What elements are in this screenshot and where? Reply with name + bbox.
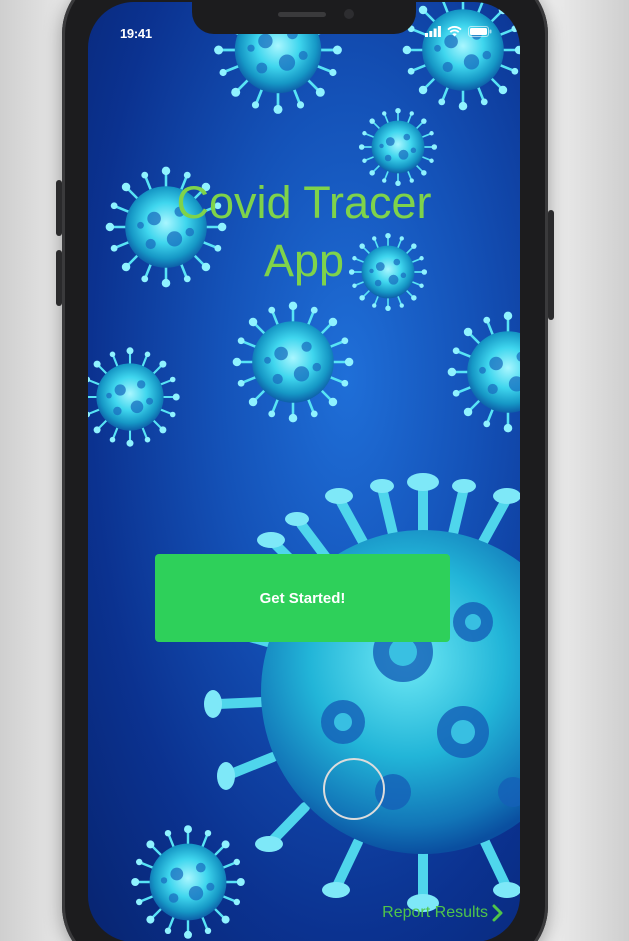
power-button	[548, 210, 554, 320]
virus-background-illustration	[88, 2, 520, 940]
report-results-label: Report Results	[382, 904, 488, 921]
volume-button	[56, 250, 62, 306]
app-title: Covid Tracer App	[88, 174, 520, 290]
battery-icon	[468, 26, 492, 37]
phone-frame: 19:41 Covid Tracer App Get Started! Repo…	[56, 0, 554, 941]
status-bar-icons	[425, 26, 492, 37]
phone-notch	[192, 2, 416, 34]
get-started-button[interactable]: Get Started!	[155, 554, 450, 642]
speaker-grille	[278, 12, 326, 17]
video-frame: 19:41 Covid Tracer App Get Started! Repo…	[0, 0, 629, 941]
status-bar-time: 19:41	[120, 26, 152, 41]
wifi-icon	[447, 26, 462, 37]
volume-button	[56, 180, 62, 236]
chevron-right-icon	[492, 904, 503, 922]
signal-icon	[425, 26, 441, 37]
front-camera	[344, 9, 354, 19]
touch-indicator	[323, 758, 385, 820]
report-results-link[interactable]: Report Results	[382, 904, 504, 922]
app-title-line2: App	[263, 235, 345, 286]
app-screen: 19:41 Covid Tracer App Get Started! Repo…	[88, 2, 520, 941]
app-title-line1: Covid Tracer	[176, 177, 432, 228]
